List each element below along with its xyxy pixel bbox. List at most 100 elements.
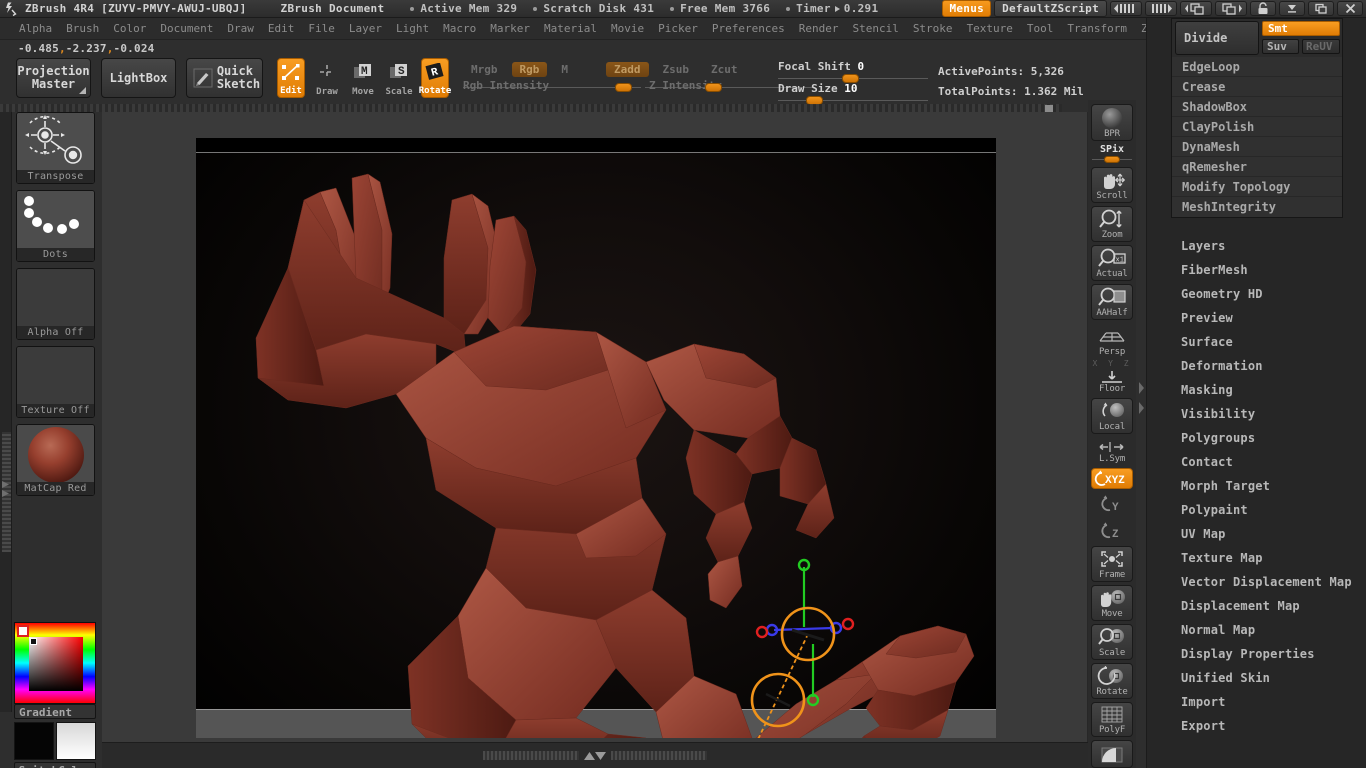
material-swatch[interactable]: MatCap Red Wa [16, 424, 95, 496]
actual-size-button[interactable]: x1 Actual [1091, 245, 1133, 282]
menu-stroke[interactable]: Stroke [906, 20, 960, 37]
tray-collapse-arrow-bottom[interactable] [1138, 400, 1145, 416]
section-fibermesh[interactable]: FiberMesh [1171, 258, 1366, 282]
scale-mode-button[interactable]: S Scale [385, 58, 413, 98]
section-masking[interactable]: Masking [1171, 378, 1366, 402]
menu-color[interactable]: Color [106, 20, 153, 37]
zscript-name-button[interactable]: DefaultZScript [994, 0, 1107, 17]
section-vector-displacement-map[interactable]: Vector Displacement Map [1171, 570, 1366, 594]
primary-color-swatch[interactable] [14, 722, 54, 760]
scrollbar-arrows[interactable] [1, 480, 11, 502]
section-polypaint[interactable]: Polypaint [1171, 498, 1366, 522]
document-canvas[interactable] [196, 138, 996, 738]
edit-mode-button[interactable]: Edit [277, 58, 305, 98]
restore-icon[interactable] [1308, 1, 1334, 16]
menu-layer[interactable]: Layer [342, 20, 389, 37]
section-morph-target[interactable]: Morph Target [1171, 474, 1366, 498]
submenu-item-shadowbox[interactable]: ShadowBox [1172, 97, 1342, 117]
canvas-bottom-scrollbar[interactable] [102, 742, 1088, 768]
prev-doc-icon[interactable] [1180, 1, 1212, 16]
section-unified-skin[interactable]: Unified Skin [1171, 666, 1366, 690]
slider-knob[interactable] [615, 82, 632, 92]
transp-button[interactable] [1091, 740, 1133, 768]
focal-shift-row[interactable]: Focal Shift 0 [778, 60, 928, 83]
menu-movie[interactable]: Movie [604, 20, 651, 37]
scroll-arrows[interactable] [583, 751, 607, 761]
aahalf-button[interactable]: AAHalf [1091, 284, 1133, 321]
sculpt-model-3d[interactable] [196, 138, 996, 738]
section-display-properties[interactable]: Display Properties [1171, 642, 1366, 666]
spix-knob[interactable] [1104, 155, 1120, 163]
section-geometry-hd[interactable]: Geometry HD [1171, 282, 1366, 306]
zcut-button[interactable]: Zcut [703, 62, 746, 77]
submenu-item-modify-topology[interactable]: Modify Topology [1172, 177, 1342, 197]
alpha-swatch[interactable]: Alpha Off [16, 268, 95, 340]
section-polygroups[interactable]: Polygroups [1171, 426, 1366, 450]
zsub-button[interactable]: Zsub [655, 62, 698, 77]
submenu-item-crease[interactable]: Crease [1172, 77, 1342, 97]
next-item-icon[interactable] [1145, 1, 1177, 16]
scroll-track-right[interactable] [611, 751, 707, 760]
draw-size-row[interactable]: Draw Size 10 [778, 82, 928, 105]
gradient-button[interactable]: Gradient [14, 704, 96, 719]
polyframe-button[interactable]: PolyF [1091, 701, 1133, 738]
secondary-color-swatch[interactable] [56, 722, 96, 760]
menu-transform[interactable]: Transform [1060, 20, 1134, 37]
lightbox-button[interactable]: LightBox [101, 58, 176, 98]
persp-button[interactable]: Persp [1091, 323, 1133, 358]
xyz-button[interactable]: XYZ [1091, 468, 1133, 489]
left-palette-scrollbar[interactable] [0, 112, 12, 712]
gyro-scale-button[interactable]: Scale [1091, 623, 1133, 660]
minimize-icon[interactable] [1279, 1, 1305, 16]
smt-button[interactable]: Smt [1262, 21, 1340, 36]
menu-document[interactable]: Document [153, 20, 220, 37]
section-layers[interactable]: Layers [1171, 234, 1366, 258]
lock-icon[interactable] [1250, 1, 1276, 16]
submenu-item-edgeloop[interactable]: EdgeLoop [1172, 57, 1342, 77]
gyro-move-button[interactable]: Move [1091, 584, 1133, 621]
submenu-item-meshintegrity[interactable]: MeshIntegrity [1172, 197, 1342, 217]
move-mode-button[interactable]: M Move [349, 58, 377, 98]
menu-texture[interactable]: Texture [960, 20, 1020, 37]
texture-swatch[interactable]: Texture Off [16, 346, 95, 418]
scroll-button[interactable]: Scroll [1091, 167, 1133, 204]
gyro-rotate-button[interactable]: Rotate [1091, 662, 1133, 699]
section-preview[interactable]: Preview [1171, 306, 1366, 330]
menu-picker[interactable]: Picker [651, 20, 705, 37]
section-normal-map[interactable]: Normal Map [1171, 618, 1366, 642]
rotate-mode-button[interactable]: R Rotate [419, 58, 451, 98]
section-texture-map[interactable]: Texture Map [1171, 546, 1366, 570]
menu-brush[interactable]: Brush [59, 20, 106, 37]
menu-draw[interactable]: Draw [220, 20, 261, 37]
submenu-item-qremesher[interactable]: qRemesher [1172, 157, 1342, 177]
color-picker[interactable] [14, 622, 96, 704]
rgb-button[interactable]: Rgb [511, 61, 548, 77]
section-import[interactable]: Import [1171, 690, 1366, 714]
mrgb-button[interactable]: Mrgb [463, 62, 506, 77]
canvas-area[interactable] [102, 112, 1088, 742]
zoom-button[interactable]: Zoom [1091, 206, 1133, 243]
submenu-item-dynamesh[interactable]: DynaMesh [1172, 137, 1342, 157]
prev-item-icon[interactable] [1110, 1, 1142, 16]
bpr-button[interactable]: BPR [1091, 104, 1133, 141]
section-export[interactable]: Export [1171, 714, 1366, 738]
local-button[interactable]: Local [1091, 398, 1133, 435]
reuv-button[interactable]: ReUV [1302, 39, 1340, 54]
menu-light[interactable]: Light [389, 20, 436, 37]
rotate-y-button[interactable]: Y [1091, 492, 1133, 516]
menus-button[interactable]: Menus [942, 0, 992, 17]
floor-button[interactable]: X Y Z Floor [1091, 359, 1133, 395]
menu-material[interactable]: Material [537, 20, 604, 37]
section-visibility[interactable]: Visibility [1171, 402, 1366, 426]
suv-button[interactable]: Suv [1262, 39, 1299, 54]
zadd-button[interactable]: Zadd [606, 61, 649, 77]
transpose-swatch[interactable]: Transpose [16, 112, 95, 184]
quick-sketch-button[interactable]: Quick Sketch [186, 58, 263, 98]
scroll-track-left[interactable] [483, 751, 579, 760]
spix-track[interactable] [1092, 155, 1132, 163]
spix-slider[interactable]: SPix [1091, 144, 1133, 164]
submenu-item-claypolish[interactable]: ClayPolish [1172, 117, 1342, 137]
saturation-value-field[interactable] [29, 637, 83, 691]
section-uv-map[interactable]: UV Map [1171, 522, 1366, 546]
close-icon[interactable] [1337, 1, 1363, 16]
